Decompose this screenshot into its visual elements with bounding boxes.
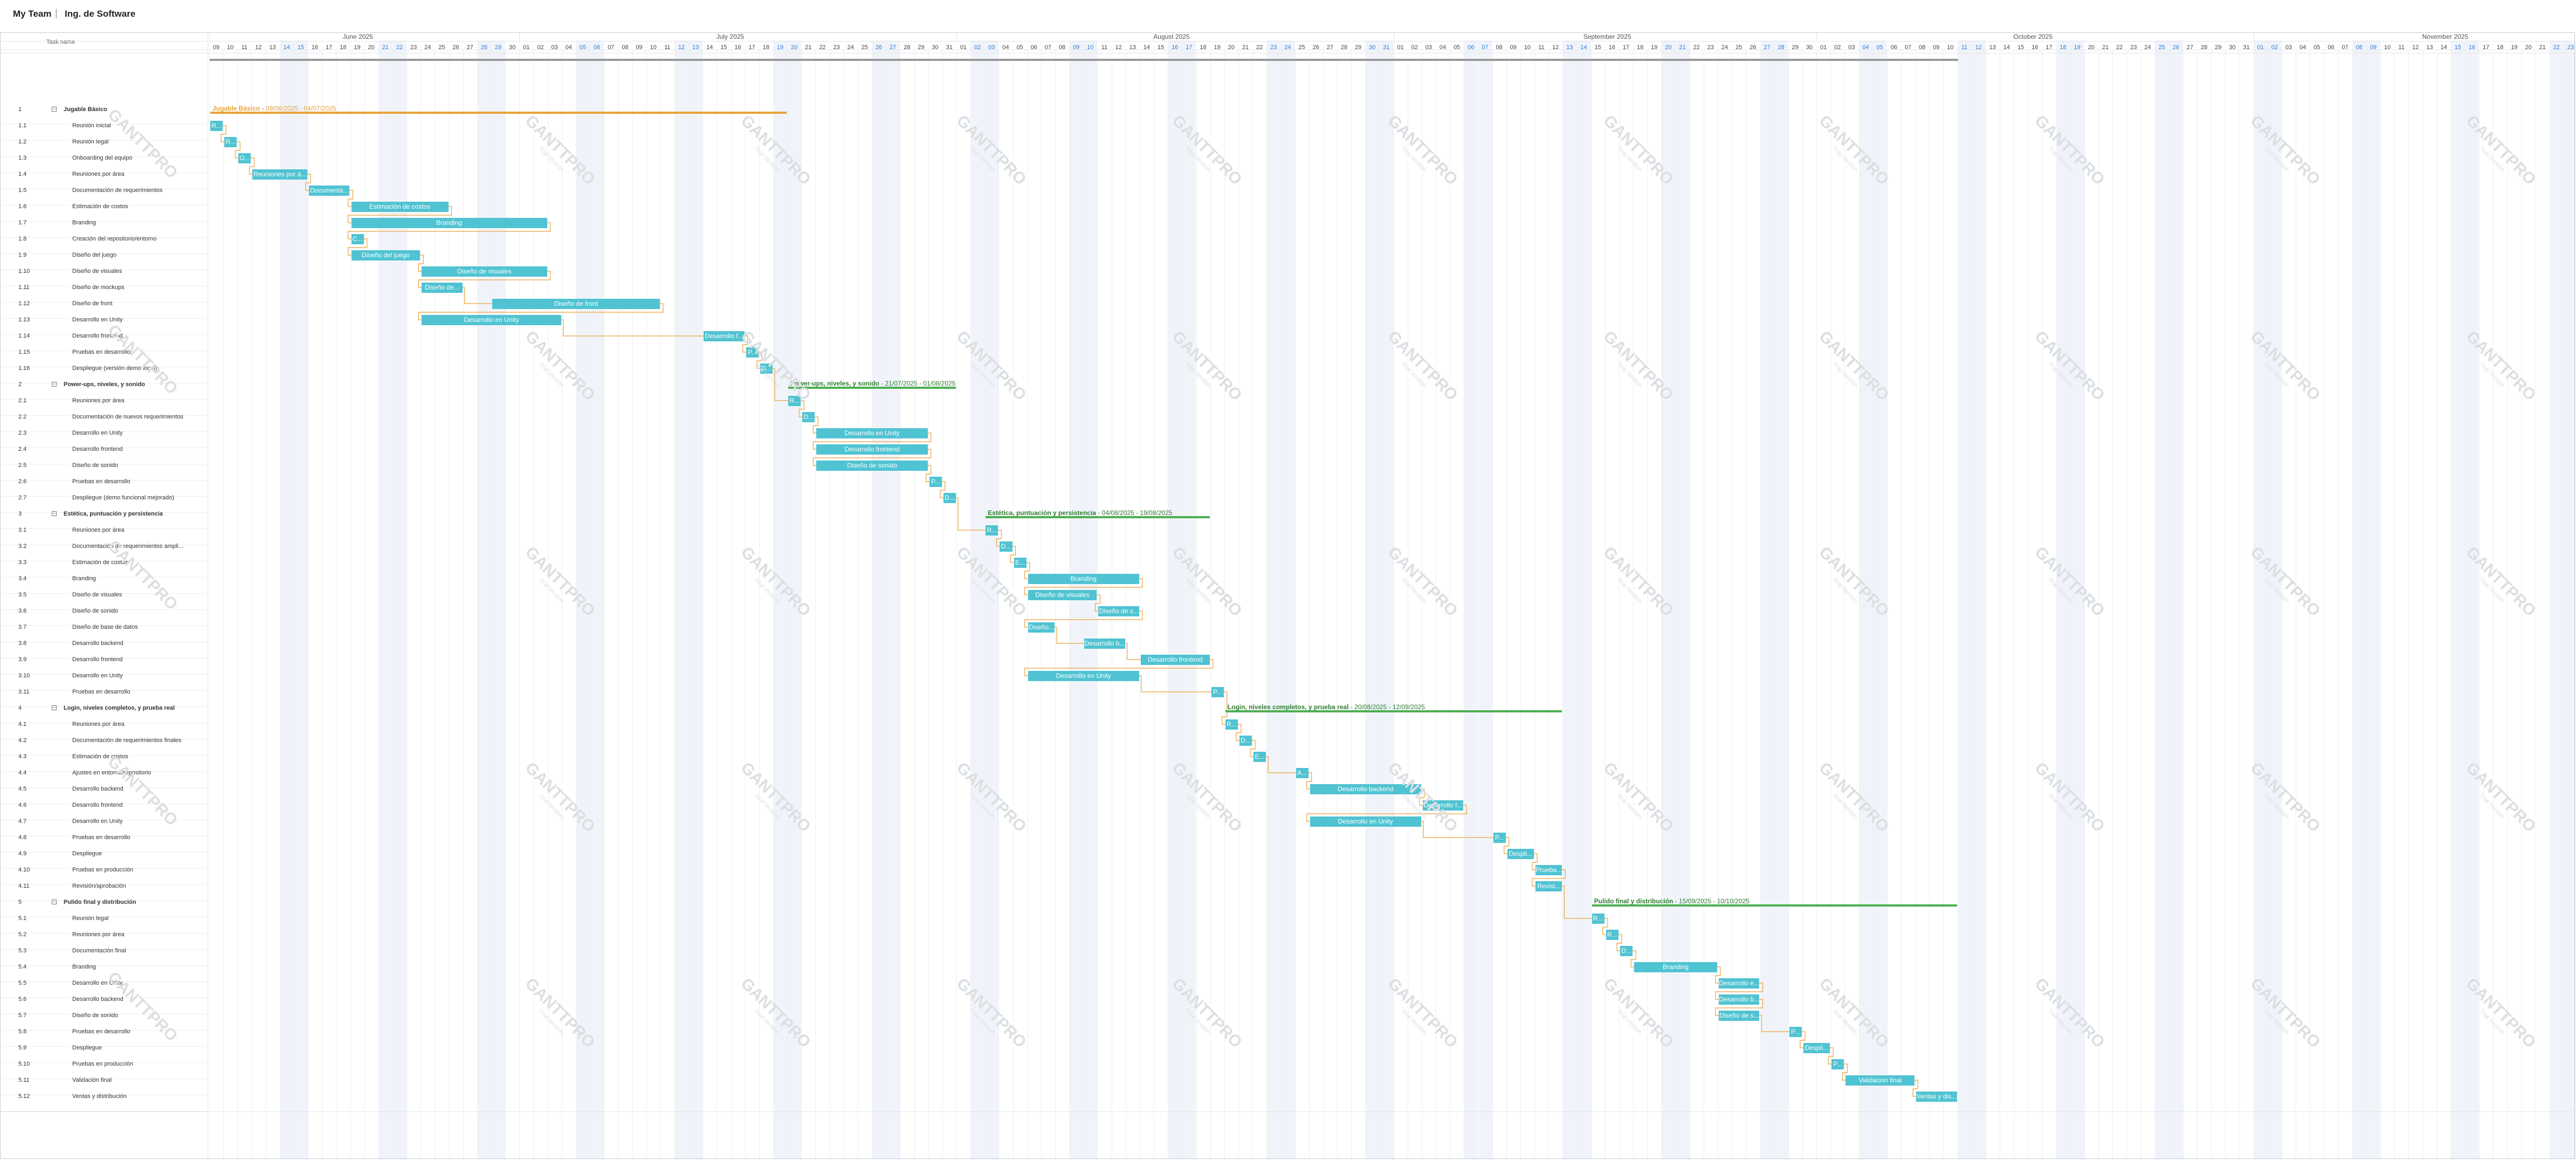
app-header: My Team | Ing. de Software [0, 0, 2576, 32]
header-separator: | [55, 8, 58, 18]
gantt-frame [0, 32, 2575, 1159]
project-name[interactable]: Ing. de Software [65, 9, 135, 19]
team-name[interactable]: My Team [13, 9, 52, 19]
